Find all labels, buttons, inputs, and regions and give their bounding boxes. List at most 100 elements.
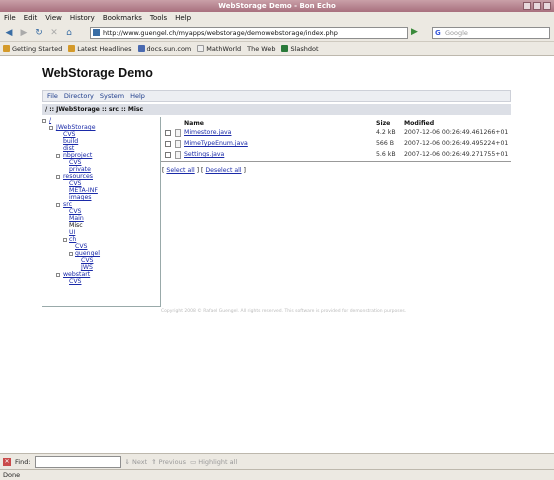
site-favicon-icon: [93, 29, 100, 36]
close-find-icon[interactable]: ✕: [3, 457, 11, 466]
select-all-link[interactable]: Select all: [166, 167, 194, 174]
tree-item[interactable]: private: [69, 166, 91, 173]
file-modified: 2007-12-06 00:26:49.271755+01: [404, 151, 509, 158]
menu-bookmarks[interactable]: Bookmarks: [103, 14, 142, 22]
tree-item[interactable]: webstart: [63, 271, 90, 278]
column-header-name: Name: [184, 120, 204, 127]
tree-item[interactable]: Main: [69, 215, 84, 222]
find-label: Find:: [15, 457, 31, 466]
tree-item[interactable]: CVS: [69, 208, 81, 215]
menu-history[interactable]: History: [70, 14, 95, 22]
maximize-icon[interactable]: [533, 2, 541, 10]
file-icon: [175, 151, 181, 159]
file-checkbox[interactable]: [165, 130, 171, 136]
tree-expander-icon[interactable]: [56, 175, 60, 179]
bookmark-icon: [3, 45, 10, 52]
search-input[interactable]: G Google: [432, 27, 550, 39]
menu-file[interactable]: File: [4, 14, 16, 22]
tree-item[interactable]: META-INF: [69, 187, 98, 194]
close-icon[interactable]: [543, 2, 551, 10]
forward-icon[interactable]: ▶: [18, 27, 30, 39]
file-name-link[interactable]: Mimestore.java: [184, 129, 231, 136]
tree-expander-icon[interactable]: [49, 126, 53, 130]
tree-item[interactable]: CVS: [81, 257, 93, 264]
tree-item[interactable]: UI: [69, 229, 75, 236]
browser-menubar: File Edit View History Bookmarks Tools H…: [0, 12, 554, 24]
tree-expander-icon[interactable]: [69, 252, 73, 256]
window-controls: [523, 2, 551, 10]
tree-item[interactable]: Misc: [69, 222, 83, 229]
back-icon[interactable]: ◀: [3, 27, 15, 39]
app-menu-system[interactable]: System: [100, 92, 124, 100]
go-icon[interactable]: ▶: [411, 27, 423, 39]
file-checkbox[interactable]: [165, 141, 171, 147]
bookmark-item[interactable]: Slashdot: [281, 45, 319, 53]
menu-tools[interactable]: Tools: [150, 14, 167, 22]
app-menubar: File Directory System Help: [42, 90, 511, 102]
tree-item[interactable]: nbproject: [63, 152, 92, 159]
app-menu-file[interactable]: File: [47, 92, 58, 100]
app-menu-help[interactable]: Help: [130, 92, 145, 100]
google-icon: G: [435, 29, 441, 37]
bookmark-item[interactable]: docs.sun.com: [137, 45, 191, 53]
tree-expander-icon[interactable]: [42, 119, 46, 123]
file-modified: 2007-12-06 00:26:49.461266+01: [404, 129, 509, 136]
status-bar: Done: [0, 469, 554, 480]
bookmark-item[interactable]: Getting Started: [3, 45, 62, 53]
file-row: Settings.java 5.6 kB 2007-12-06 00:26:49…: [161, 150, 511, 161]
menu-edit[interactable]: Edit: [24, 14, 38, 22]
home-icon[interactable]: ⌂: [63, 27, 75, 39]
find-next-button[interactable]: ⇓ Next: [125, 458, 148, 466]
tree-item[interactable]: build: [63, 138, 78, 145]
menu-help[interactable]: Help: [175, 14, 191, 22]
file-name-link[interactable]: MimeTypeEnum.java: [184, 140, 248, 147]
highlight-icon: ▭: [190, 457, 197, 466]
tree-item[interactable]: /: [49, 117, 51, 124]
breadcrumb: / :: JWebStorage :: src :: Misc: [42, 104, 511, 115]
file-name-link[interactable]: Settings.java: [184, 151, 224, 158]
bookmark-item[interactable]: The Web: [247, 45, 275, 53]
deselect-all-link[interactable]: Deselect all: [205, 167, 241, 174]
bookmark-icon: [281, 45, 289, 52]
selection-links: [ Select all ] [ Deselect all ]: [162, 167, 246, 174]
tree-expander-icon[interactable]: [63, 238, 67, 242]
menu-view[interactable]: View: [45, 14, 62, 22]
url-input[interactable]: http://www.guengel.ch/myapps/webstorage/…: [90, 27, 408, 39]
bookmarks-toolbar: Getting Started Latest Headlines docs.su…: [0, 42, 554, 56]
tree-item[interactable]: dist: [63, 145, 74, 152]
bookmark-item[interactable]: MathWorld: [197, 45, 241, 53]
page-content: WebStorage Demo File Directory System He…: [0, 56, 554, 453]
tree-item[interactable]: src: [63, 201, 72, 208]
tree-item[interactable]: CVS: [63, 131, 75, 138]
tree-item[interactable]: JWebStorage: [56, 124, 96, 131]
highlight-all-button[interactable]: ▭ Highlight all: [190, 458, 237, 466]
window-titlebar: WebStorage Demo - Bon Echo: [0, 0, 554, 12]
bookmark-item[interactable]: Latest Headlines: [68, 45, 132, 53]
tree-item[interactable]: CVS: [69, 278, 81, 285]
column-header-size: Size: [376, 120, 391, 127]
tree-item[interactable]: guengel: [75, 250, 100, 257]
reload-icon[interactable]: ↻: [33, 27, 45, 39]
tree-item[interactable]: ch: [69, 236, 76, 243]
tree-item[interactable]: CVS: [69, 159, 81, 166]
tree-item[interactable]: CVS: [69, 180, 81, 187]
tree-item[interactable]: resources: [63, 173, 93, 180]
tree-expander-icon[interactable]: [56, 154, 60, 158]
file-modified: 2007-12-06 00:26:49.495224+01: [404, 140, 509, 147]
window-title: WebStorage Demo - Bon Echo: [218, 2, 336, 10]
tree-expander-icon[interactable]: [56, 273, 60, 277]
app-menu-directory[interactable]: Directory: [64, 92, 94, 100]
tree-item[interactable]: JWS: [81, 264, 93, 271]
tree-expander-icon[interactable]: [56, 203, 60, 207]
minimize-icon[interactable]: [523, 2, 531, 10]
file-checkbox[interactable]: [165, 152, 171, 158]
find-input[interactable]: [34, 455, 121, 468]
directory-tree: / JWebStorage CVS build dist nbproject C…: [42, 117, 161, 307]
stop-icon[interactable]: ✕: [48, 27, 60, 39]
url-text: http://www.guengel.ch/myapps/webstorage/…: [103, 29, 338, 37]
tree-item[interactable]: CVS: [75, 243, 87, 250]
find-previous-button[interactable]: ⇑ Previous: [151, 458, 186, 466]
status-text: Done: [3, 471, 21, 479]
tree-item[interactable]: images: [69, 194, 92, 201]
file-row: Mimestore.java 4.2 kB 2007-12-06 00:26:4…: [161, 128, 511, 139]
